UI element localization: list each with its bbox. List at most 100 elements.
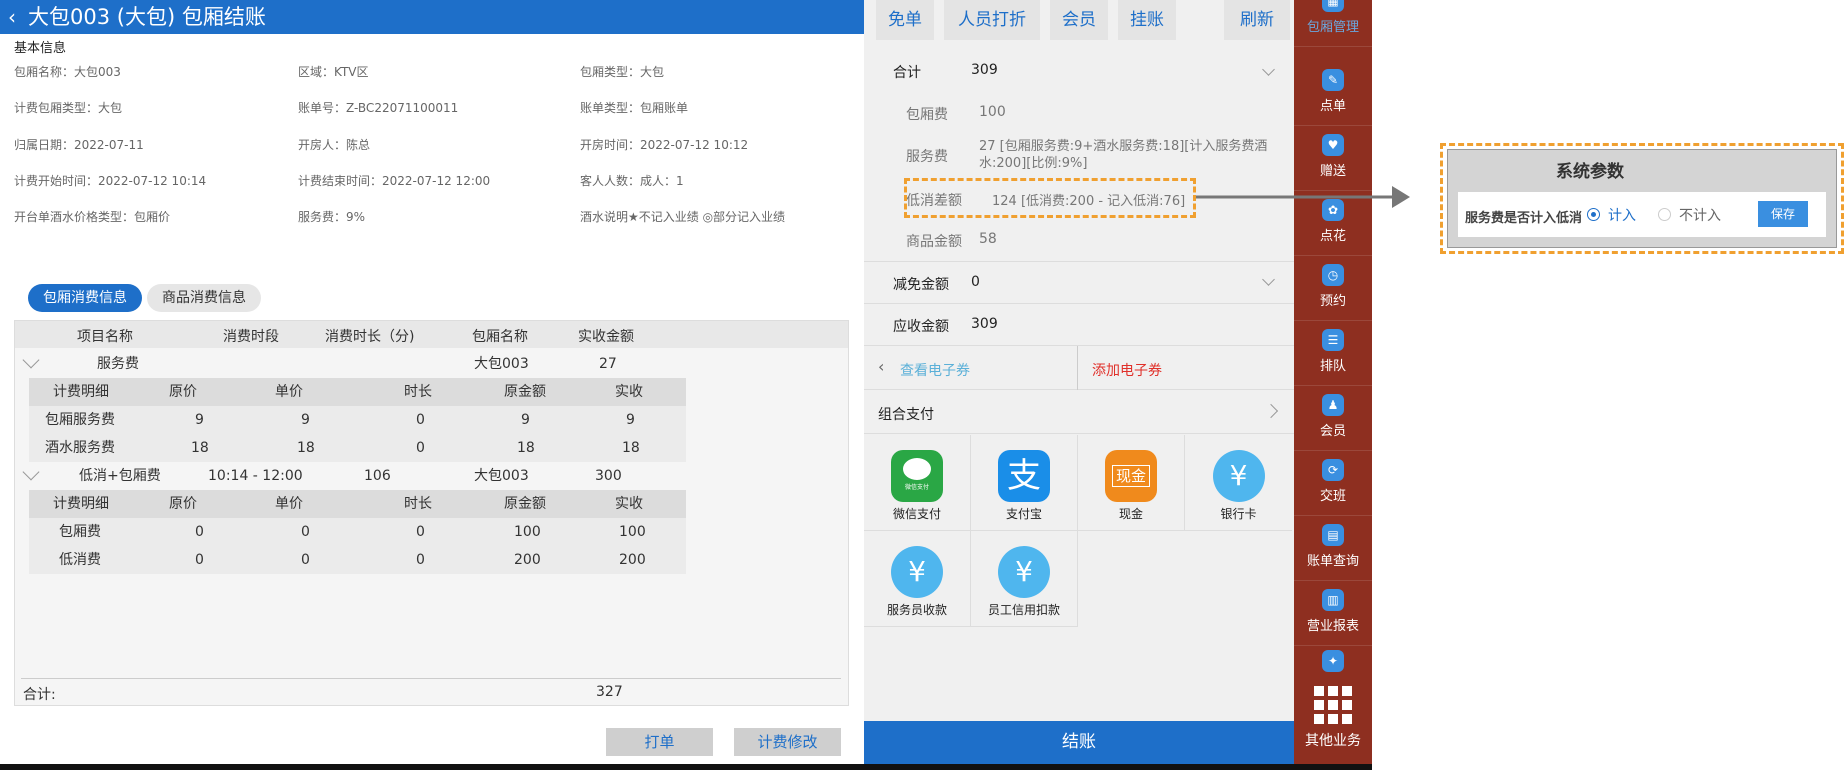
refresh-button[interactable]: 刷新 — [1224, 0, 1290, 40]
discount-label: 减免金额 — [893, 277, 949, 293]
sidebar: ▦ 包厢管理 ✎ 点单 ♥ 赠送 ✿ 点花 ◷ 预约 ☰ 排队 ♟ 会员 ⟳ 交班 ▤ 账单查询… — [1294, 0, 1372, 770]
waiter-collect-label: 服务员收款 — [886, 603, 947, 617]
bank-card-icon: ¥ — [1212, 450, 1265, 502]
consumption-table: 项目名称 消费时段 消费时长（分) 包厢名称 实收金额 服务费 大包003 27… — [14, 320, 849, 706]
table-row[interactable]: 服务费 大包003 27 — [15, 350, 848, 378]
goods-amount-label: 商品金额 — [906, 234, 962, 250]
service-fee-value: 27 [包厢服务费:9+酒水服务费:18][计入服务费酒水:200][比例:9%… — [979, 139, 1268, 171]
info-date: 归属日期：2022-07-11 — [14, 138, 144, 152]
tab-room-consumption[interactable]: 包厢消费信息 — [28, 284, 142, 312]
alipay-label: 支付宝 — [1005, 507, 1042, 521]
total-row[interactable]: 合计 309 — [864, 52, 1294, 94]
col-duration: 消费时长（分) — [325, 329, 415, 345]
sub-cell: 18 — [191, 440, 209, 456]
sub-cell: 9 — [195, 412, 204, 428]
discount-row[interactable]: 减免金额 0 — [864, 261, 1294, 303]
chevron-down-icon[interactable] — [22, 463, 40, 481]
sidebar-item-order[interactable]: ✎ 点单 — [1294, 61, 1372, 126]
sub-header: 计费明细 原价 单价 时长 原金额 实收 — [29, 378, 686, 406]
sub-col-unit: 单价 — [275, 384, 303, 400]
col-period: 消费时段 — [223, 329, 279, 345]
sidebar-item-label: 账单查询 — [1306, 554, 1359, 569]
tab-goods-consumption[interactable]: 商品消费信息 — [147, 284, 261, 312]
modify-billing-button[interactable]: 计费修改 — [734, 728, 841, 756]
staff-credit-button[interactable]: ¥ 员工信用扣款 — [971, 531, 1078, 627]
sidebar-item-report[interactable]: ▥ 营业报表 — [1294, 581, 1372, 646]
sub-cell: 9 — [626, 412, 635, 428]
grid-icon: ▦ — [1322, 0, 1344, 12]
wechat-badge: 微信支付 — [904, 484, 929, 491]
sidebar-item-shift[interactable]: ⟳ 交班 — [1294, 451, 1372, 516]
sidebar-item-bill-query[interactable]: ▤ 账单查询 — [1294, 516, 1372, 581]
member-button[interactable]: 会员 — [1050, 0, 1108, 40]
page-title: 大包003 (大包) 包厢结账 — [28, 5, 266, 29]
free-bill-button[interactable]: 免单 — [876, 0, 934, 40]
sidebar-item-reserve[interactable]: ◷ 预约 — [1294, 256, 1372, 321]
view-coupons-link[interactable]: 查看电子券 — [900, 360, 970, 380]
staff-credit-label: 员工信用扣款 — [987, 603, 1060, 617]
chevron-down-icon[interactable] — [1262, 273, 1275, 286]
sidebar-item-label: 点花 — [1319, 229, 1346, 244]
combo-pay-row[interactable]: 组合支付 — [864, 392, 1294, 434]
table-row[interactable]: 低消+包厢费 10:14 - 12:00 106 大包003 300 — [15, 462, 848, 490]
add-coupon-link[interactable]: 添加电子券 — [1092, 360, 1162, 380]
staff-discount-button[interactable]: 人员打折 — [944, 0, 1040, 40]
sidebar-item-queue[interactable]: ☰ 排队 — [1294, 321, 1372, 386]
sub-row: 低消费 0 0 0 200 200 — [29, 546, 686, 574]
annotation-arrow — [1196, 186, 1410, 208]
info-room-type: 包厢类型：大包 — [580, 65, 665, 79]
row-room-name: 大包003 — [474, 468, 529, 484]
waiter-collect-button[interactable]: ¥ 服务员收款 — [864, 531, 971, 627]
row-period: 10:14 - 12:00 — [208, 468, 303, 484]
system-params-dialog: 系统参数 服务费是否计入低消 计入 不计入 保存 — [1447, 149, 1837, 248]
wechat-pay-button[interactable]: 微信支付 微信支付 — [864, 435, 971, 531]
title-bar: ‹ 大包003 (大包) 包厢结账 — [0, 0, 864, 34]
info-price-type: 开台单酒水价格类型：包厢价 — [14, 210, 171, 224]
radio-include[interactable] — [1587, 208, 1600, 221]
receivable-label: 应收金额 — [893, 319, 949, 335]
cash-button[interactable]: 现金 现金 — [1078, 435, 1185, 531]
bank-card-button[interactable]: ¥ 银行卡 — [1185, 435, 1292, 531]
radio-exclude[interactable] — [1658, 208, 1671, 221]
row-received: 27 — [599, 356, 617, 372]
sub-cell: 0 — [416, 412, 425, 428]
col-received: 实收金额 — [578, 329, 634, 345]
checkout-button[interactable]: 结账 — [864, 721, 1294, 764]
sub-col-original: 原价 — [169, 496, 197, 512]
service-fee-label: 服务费 — [906, 149, 948, 165]
other-business-button[interactable]: 其他业务 — [1294, 672, 1372, 764]
sidebar-item-more[interactable]: ✦ — [1294, 646, 1372, 672]
alipay-icon: 支 — [998, 450, 1050, 502]
cash-icon-text: 现金 — [1111, 465, 1150, 487]
consumption-tabs: 包厢消费信息 商品消费信息 — [28, 284, 266, 312]
goods-amount-row: 商品金额 58 — [864, 231, 1294, 259]
sidebar-item-label: 预约 — [1319, 294, 1346, 309]
chevron-down-icon[interactable] — [22, 351, 40, 369]
chevron-down-icon[interactable] — [1262, 63, 1275, 76]
room-fee-value: 100 — [979, 104, 1006, 120]
save-button[interactable]: 保存 — [1758, 201, 1808, 227]
sidebar-item-member[interactable]: ♟ 会员 — [1294, 386, 1372, 451]
info-start-time: 计费开始时间：2022-07-12 10:14 — [14, 174, 207, 188]
sub-cell: 18 — [297, 440, 315, 456]
queue-icon: ☰ — [1322, 329, 1344, 351]
sub-cell: 0 — [195, 552, 204, 568]
info-opener: 开房人：陈总 — [298, 138, 371, 152]
row-room-name: 大包003 — [474, 356, 529, 372]
sub-cell: 200 — [514, 552, 541, 568]
total-value: 309 — [971, 62, 998, 78]
print-button[interactable]: 打单 — [606, 728, 713, 756]
info-drink-note: 酒水说明★不记入业绩 ◎部分记入业绩 — [580, 210, 786, 224]
sidebar-item-label: 会员 — [1319, 424, 1346, 439]
sub-cell: 100 — [514, 524, 541, 540]
chevron-left-icon[interactable]: ‹ — [878, 357, 884, 376]
service-fee-row: 服务费 27 [包厢服务费:9+酒水服务费:18][计入服务费酒水:200][比… — [864, 138, 1294, 178]
sidebar-item-room-management[interactable]: ▦ 包厢管理 — [1294, 0, 1372, 47]
alipay-button[interactable]: 支 支付宝 — [971, 435, 1078, 531]
shift-icon: ⟳ — [1322, 459, 1344, 481]
sub-col-original: 原价 — [169, 384, 197, 400]
chevron-left-icon[interactable]: ‹ — [8, 0, 28, 34]
sub-cell: 酒水服务费 — [45, 440, 115, 456]
sub-cell: 包厢服务费 — [45, 412, 115, 428]
credit-button[interactable]: 挂账 — [1118, 0, 1176, 40]
